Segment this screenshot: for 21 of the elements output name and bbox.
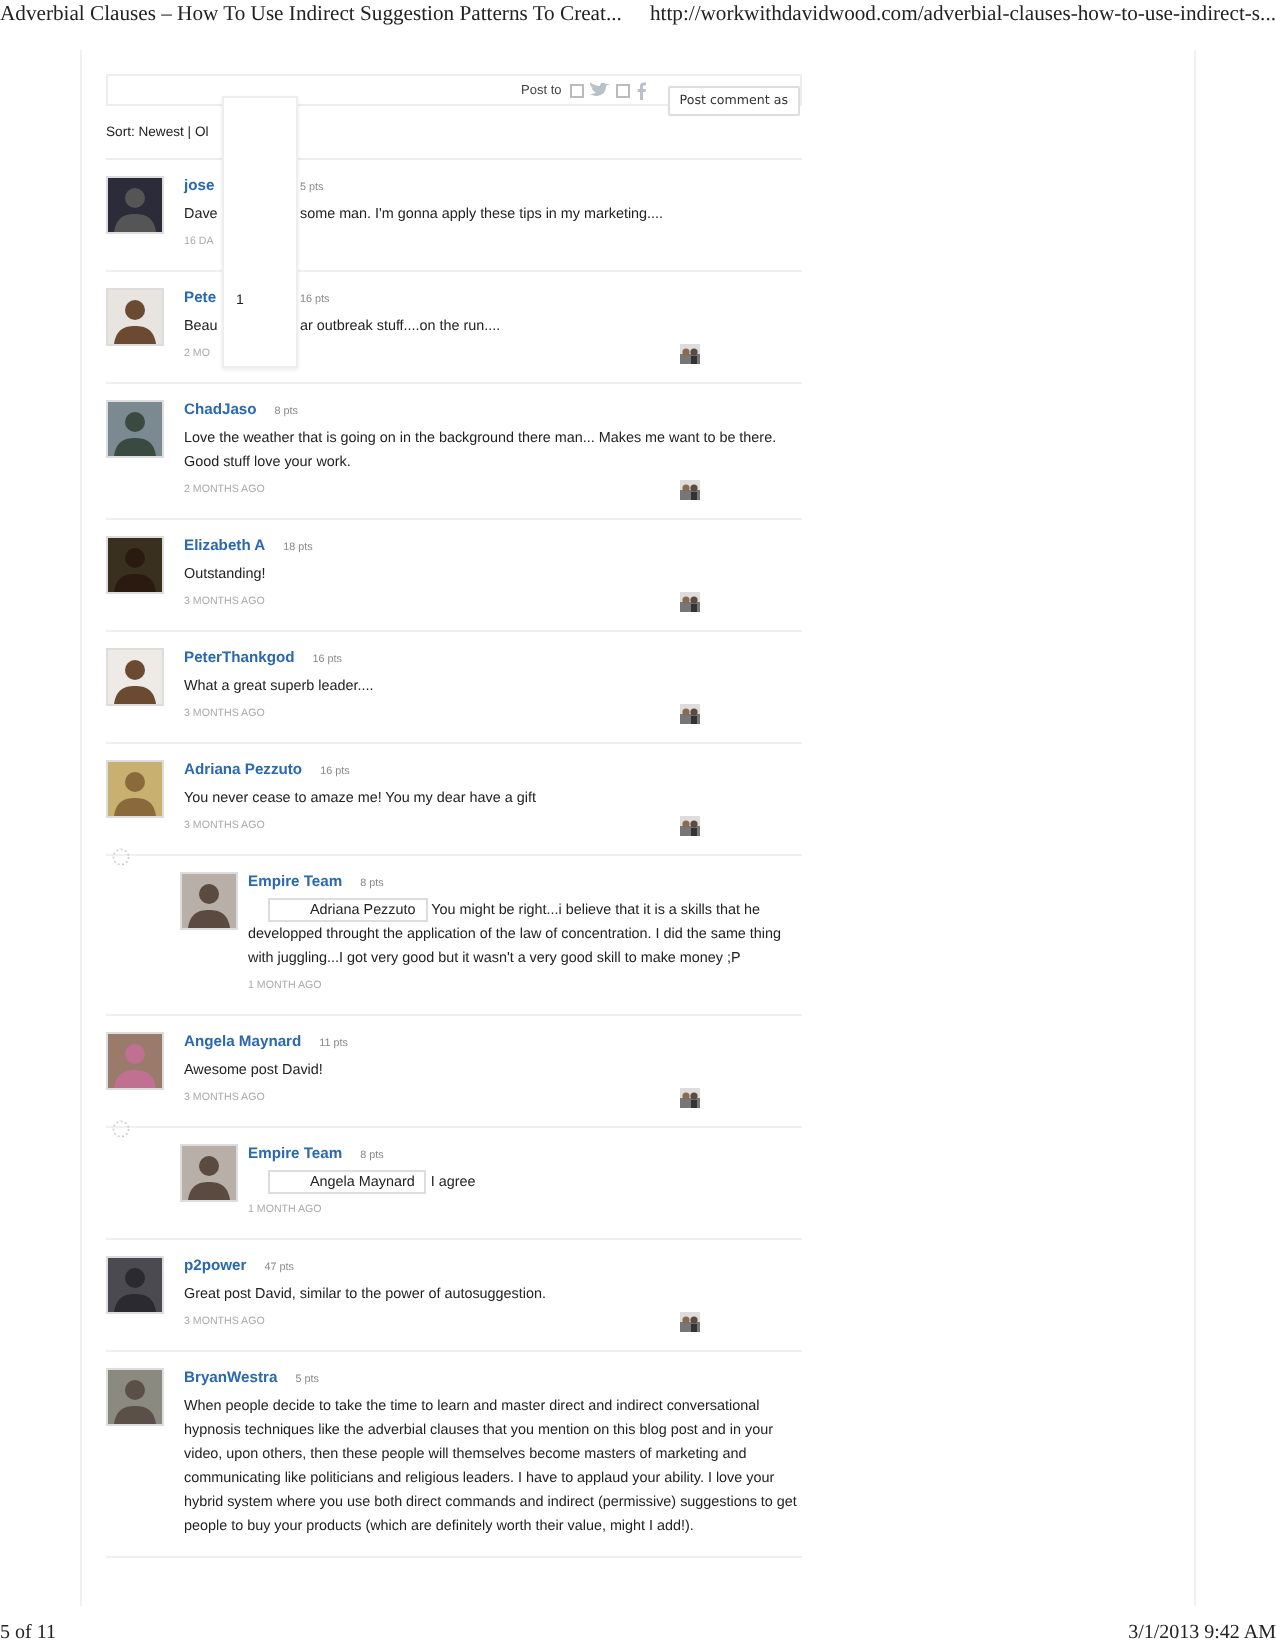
- avatar: [106, 1368, 164, 1426]
- avatar: [106, 536, 164, 594]
- bird-icon[interactable]: [589, 82, 610, 98]
- avatar: [106, 760, 164, 818]
- avatar: [106, 1032, 164, 1090]
- avatar: [180, 1144, 238, 1202]
- dotted-circle-icon: [112, 848, 130, 866]
- avatar: [180, 872, 238, 930]
- dotted-circle-icon: [112, 1120, 130, 1138]
- avatar: [106, 1256, 164, 1314]
- page-number: 5 of 11: [0, 1622, 56, 1644]
- page-title: Adverbial Clauses – How To Use Indirect Suggestion Patterns To Creat...: [0, 2, 622, 30]
- checkbox-icon[interactable]: [569, 83, 584, 97]
- avatar: [106, 648, 164, 706]
- print-timestamp: 3/1/2013 9:42 AM: [1128, 1622, 1276, 1644]
- avatar: [106, 400, 164, 458]
- f-logo-icon[interactable]: [635, 81, 646, 99]
- avatar: [106, 176, 164, 234]
- checkbox-icon[interactable]: [615, 83, 630, 97]
- page-url: http://workwithdavidwood.com/adverbial-clauses-how-to-use-indirect-s...: [649, 2, 1276, 30]
- avatar: [106, 288, 164, 346]
